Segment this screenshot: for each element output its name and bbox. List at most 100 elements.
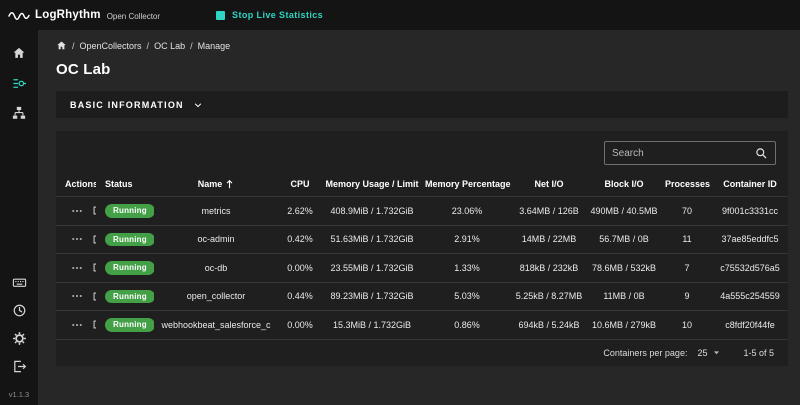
per-page-control: Containers per page: 25	[603, 348, 721, 358]
net-io-value: 14MB / 22MB	[512, 225, 586, 254]
breadcrumb-separator: /	[190, 41, 193, 51]
sort-ascending-icon	[225, 179, 234, 189]
processes-value: 9	[662, 282, 712, 311]
net-io-value: 818kB / 232kB	[512, 254, 586, 283]
page-title: OC Lab	[56, 61, 788, 78]
stop-container-button[interactable]	[92, 291, 96, 302]
stop-container-button[interactable]	[92, 262, 96, 273]
processes-value: 10	[662, 311, 712, 339]
container-id-value: 37ae85eddfc5	[712, 225, 788, 254]
column-header-container-id: Container ID	[712, 173, 788, 197]
container-id-value: 9f001c3331cc	[712, 197, 788, 226]
block-io-value: 10.6MB / 279kB	[586, 311, 662, 339]
container-name: oc-db	[154, 254, 278, 283]
sidebar-item-settings[interactable]	[2, 324, 36, 352]
search-box	[604, 141, 776, 165]
table-footer: Containers per page: 25 1-5 of 5	[56, 339, 788, 366]
row-actions-menu-button[interactable]	[71, 233, 83, 245]
column-header-name[interactable]: Name	[154, 173, 278, 197]
per-page-value: 25	[697, 348, 707, 358]
version-label: v1.1.3	[9, 390, 29, 399]
sidebar-item-history[interactable]	[2, 296, 36, 324]
app-window: LogRhythm Open Collector Stop Live Stati…	[0, 0, 800, 405]
status-badge: Running	[105, 290, 154, 304]
row-actions-menu-button[interactable]	[71, 319, 83, 331]
logrhythm-logo-icon	[8, 8, 30, 23]
basic-information-toggle[interactable]: BASIC INFORMATION	[56, 91, 788, 118]
clock-icon	[12, 303, 27, 318]
container-name: metrics	[154, 197, 278, 226]
sidebar-item-logout[interactable]	[2, 352, 36, 380]
container-name: oc-admin	[154, 225, 278, 254]
table-row: Running oc-admin 0.42% 51.63MiB / 1.732G…	[56, 225, 788, 254]
pagination-range-label: 1-5 of 5	[743, 348, 774, 358]
container-id-value: 4a555c254559	[712, 282, 788, 311]
table-row: Running oc-db 0.00% 23.55MiB / 1.732GiB …	[56, 254, 788, 283]
sidebar-item-open-collector[interactable]	[2, 68, 36, 98]
cpu-value: 0.44%	[278, 282, 322, 311]
brand: LogRhythm Open Collector	[8, 8, 160, 23]
net-io-value: 5.25kB / 8.27MB	[512, 282, 586, 311]
breadcrumb-home-icon[interactable]	[56, 40, 67, 51]
row-actions-menu-button[interactable]	[71, 262, 83, 274]
topology-icon	[12, 106, 26, 120]
container-id-value: c8fdf20f44fe	[712, 311, 788, 339]
top-bar: LogRhythm Open Collector Stop Live Stati…	[0, 0, 800, 30]
breadcrumb-item-opencollectors[interactable]: OpenCollectors	[80, 41, 142, 51]
net-io-value: 3.64MB / 126B	[512, 197, 586, 226]
column-header-net-io: Net I/O	[512, 173, 586, 197]
stop-live-statistics-label: Stop Live Statistics	[232, 10, 323, 20]
memory-usage-value: 51.63MiB / 1.732GiB	[322, 225, 422, 254]
cpu-value: 2.62%	[278, 197, 322, 226]
table-body: Running metrics 2.62% 408.9MiB / 1.732Gi…	[56, 197, 788, 339]
containers-panel: Actions Status Name CPU	[56, 131, 788, 366]
cpu-value: 0.42%	[278, 225, 322, 254]
stop-live-statistics-button[interactable]: Stop Live Statistics	[216, 10, 323, 20]
table-row: Running metrics 2.62% 408.9MiB / 1.732Gi…	[56, 197, 788, 226]
processes-value: 7	[662, 254, 712, 283]
container-name: webhookbeat_salesforce_c	[154, 311, 278, 339]
breadcrumb-item-manage[interactable]: Manage	[198, 41, 231, 51]
memory-usage-value: 408.9MiB / 1.732GiB	[322, 197, 422, 226]
caret-down-icon	[712, 348, 721, 357]
row-actions-menu-button[interactable]	[71, 205, 83, 217]
sidebar: v1.1.3	[0, 30, 38, 405]
stop-icon	[216, 11, 225, 20]
column-header-name-label: Name	[198, 179, 223, 189]
chevron-down-icon	[193, 100, 203, 110]
stop-container-button[interactable]	[92, 319, 96, 330]
keyboard-icon	[12, 275, 27, 290]
memory-usage-value: 89.23MiB / 1.732GiB	[322, 282, 422, 311]
processes-value: 70	[662, 197, 712, 226]
memory-usage-value: 15.3MiB / 1.732GiB	[322, 311, 422, 339]
sidebar-item-home[interactable]	[2, 38, 36, 68]
block-io-value: 56.7MB / 0B	[586, 225, 662, 254]
breadcrumb-item-oc-lab[interactable]: OC Lab	[154, 41, 185, 51]
sidebar-item-console[interactable]	[2, 268, 36, 296]
breadcrumb-separator: /	[72, 41, 75, 51]
status-badge: Running	[105, 204, 154, 218]
column-header-actions: Actions	[56, 173, 96, 197]
gear-icon	[12, 331, 27, 346]
stop-container-button[interactable]	[92, 205, 96, 216]
table-row: Running webhookbeat_salesforce_c 0.00% 1…	[56, 311, 788, 339]
sidebar-item-topology[interactable]	[2, 98, 36, 128]
memory-percentage-value: 5.03%	[422, 282, 512, 311]
memory-percentage-value: 2.91%	[422, 225, 512, 254]
memory-percentage-value: 1.33%	[422, 254, 512, 283]
block-io-value: 11MB / 0B	[586, 282, 662, 311]
search-icon[interactable]	[755, 147, 768, 160]
memory-percentage-value: 23.06%	[422, 197, 512, 226]
memory-percentage-value: 0.86%	[422, 311, 512, 339]
column-header-status: Status	[96, 173, 154, 197]
search-input[interactable]	[612, 148, 755, 159]
cpu-value: 0.00%	[278, 311, 322, 339]
cpu-value: 0.00%	[278, 254, 322, 283]
row-actions-menu-button[interactable]	[71, 290, 83, 302]
brand-name: LogRhythm	[35, 9, 101, 21]
column-header-memory-usage: Memory Usage / Limit	[322, 173, 422, 197]
net-io-value: 694kB / 5.24kB	[512, 311, 586, 339]
per-page-select[interactable]: 25	[697, 348, 721, 358]
breadcrumb-separator: /	[147, 41, 150, 51]
stop-container-button[interactable]	[92, 234, 96, 245]
